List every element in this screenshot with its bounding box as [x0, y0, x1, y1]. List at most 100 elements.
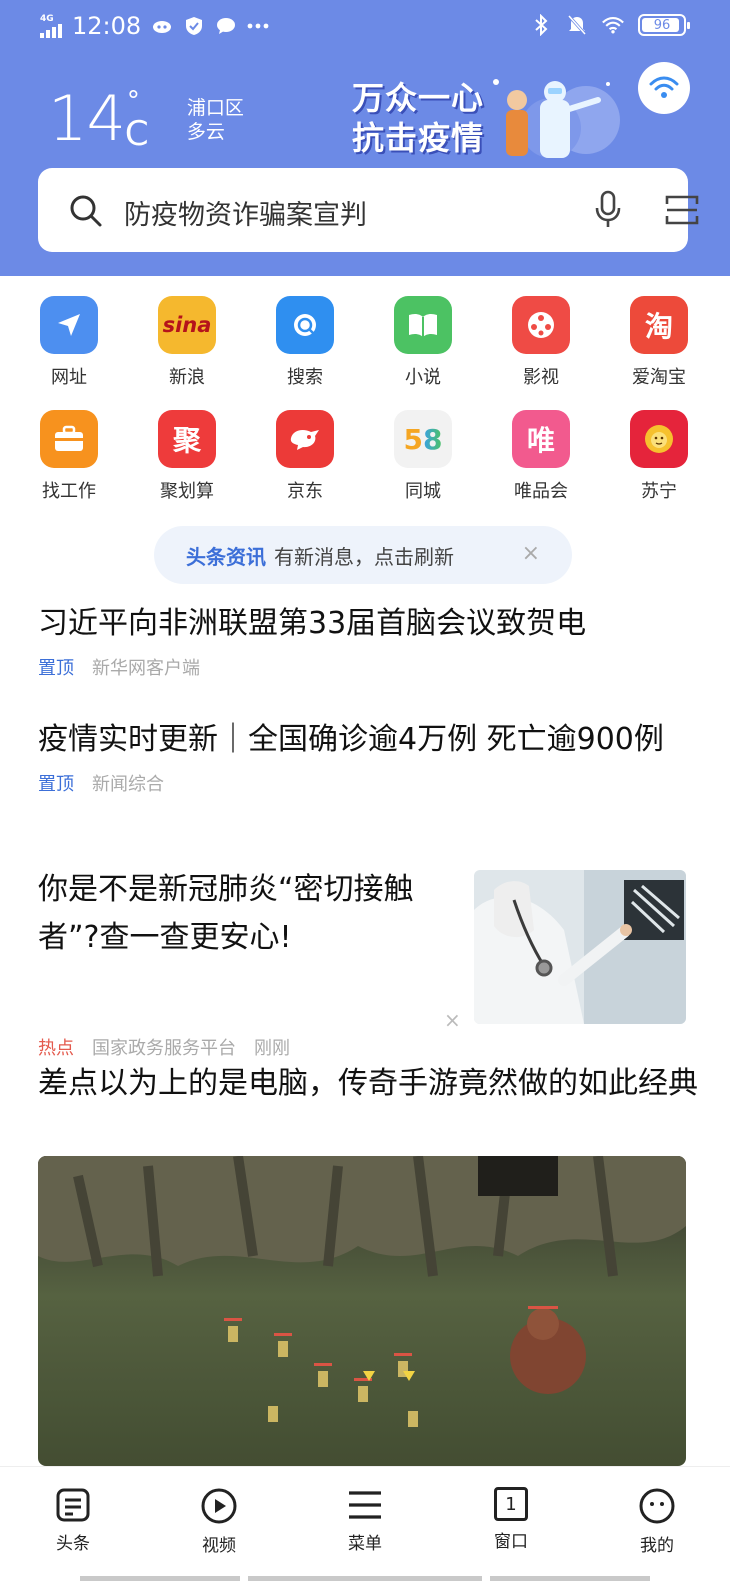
game-screenshot-image[interactable] [38, 1156, 686, 1466]
book-icon [394, 296, 452, 354]
shortcut-label: 找工作 [42, 481, 96, 502]
shortcut-taobao[interactable]: 淘 爱淘宝 [600, 296, 718, 410]
shortcut-label: 同城 [405, 481, 441, 502]
scan-icon[interactable] [664, 192, 700, 228]
bottom-nav: 头条 视频 菜单 1 窗口 我的 [0, 1466, 730, 1581]
microphone-icon[interactable] [594, 190, 622, 230]
shortcut-jobs[interactable]: 找工作 [10, 410, 128, 524]
banner-line-1: 万众一心 [352, 79, 485, 117]
wifi-icon [649, 76, 679, 98]
shortcut-label: 苏宁 [641, 481, 677, 502]
banner-line-2: 抗击疫情 [352, 119, 485, 157]
refresh-notice-text: 有新消息，点击刷新 [274, 544, 454, 569]
game-scene-image [38, 1156, 686, 1466]
vip-logo-icon: 唯 [512, 410, 570, 468]
battery-indicator: 96 [638, 14, 690, 36]
header: 4G 12:08 96 14 ° C 浦口区 多云 万众一心 抗击疫情 防疫物资… [0, 0, 730, 276]
search-input[interactable]: 防疫物资诈骗案宣判 [124, 193, 367, 232]
news-meta: 置顶 新华网客户端 [38, 654, 698, 680]
refresh-notice[interactable]: 头条资讯 有新消息，点击刷新 × [154, 526, 572, 584]
nav-headlines[interactable]: 头条 [0, 1467, 146, 1581]
network-type: 4G [40, 13, 54, 24]
shortcut-jd[interactable]: 京东 [246, 410, 364, 524]
temperature: 14 [48, 82, 126, 155]
shortcut-label: 爱淘宝 [632, 367, 686, 388]
shortcut-label: 新浪 [169, 367, 205, 388]
nav-label: 窗口 [494, 1532, 528, 1552]
news-title[interactable]: 你是不是新冠肺炎“密切接触者”?查一查更安心! [38, 866, 468, 962]
battery-level: 96 [653, 17, 671, 33]
status-bar: 4G 12:08 96 [0, 0, 730, 58]
news-icon [56, 1488, 90, 1522]
taobao-logo-icon: 淘 [630, 296, 688, 354]
news-meta: 热点 国家政务服务平台 刚刚 [38, 1034, 468, 1060]
dismiss-icon[interactable]: × [444, 1008, 461, 1032]
app-face-icon [151, 15, 173, 37]
news-item[interactable]: 你是不是新冠肺炎“密切接触者”?查一查更安心! 热点 国家政务服务平台 刚刚 [38, 866, 468, 1060]
nav-video[interactable]: 视频 [146, 1467, 292, 1581]
campaign-banner[interactable]: 万众一心 抗击疫情 [346, 70, 628, 166]
shortcut-novel[interactable]: 小说 [364, 296, 482, 410]
shortcut-vip[interactable]: 唯 唯品会 [482, 410, 600, 524]
window-count: 1 [505, 1493, 517, 1515]
shield-icon [183, 15, 205, 37]
shortcut-sina[interactable]: sina 新浪 [128, 296, 246, 410]
news-item[interactable]: 差点以为上的是电脑，传奇手游竟然做的如此经典 [38, 1060, 698, 1108]
temperature-unit: ° C [125, 86, 151, 154]
weather-condition: 多云 [186, 121, 225, 143]
search-icon[interactable] [68, 193, 104, 229]
banner-slogan: 万众一心 抗击疫情 [352, 78, 484, 158]
shortcut-search[interactable]: 搜索 [246, 296, 364, 410]
shortcut-58[interactable]: 58 同城 [364, 410, 482, 524]
weather-location: 浦口区 多云 [187, 96, 244, 144]
shortcut-label: 搜索 [287, 367, 323, 388]
news-title[interactable]: 习近平向非洲联盟第33届首脑会议致贺电 [38, 600, 698, 648]
shortcut-juhuasuan[interactable]: 聚 聚划算 [128, 410, 246, 524]
clock: 12:08 [72, 12, 142, 40]
mute-bell-icon [566, 14, 588, 36]
jd-dog-logo-icon [276, 410, 334, 468]
briefcase-icon [40, 410, 98, 468]
more-dots-icon [247, 15, 269, 37]
celsius-symbol: C [124, 114, 149, 154]
shortcut-label: 京东 [287, 481, 323, 502]
close-icon[interactable]: × [522, 543, 540, 565]
nav-windows[interactable]: 1 窗口 [438, 1467, 584, 1581]
news-item[interactable]: 疫情实时更新｜全国确诊逾4万例 死亡逾900例 置顶 新闻综合 [38, 716, 698, 796]
refresh-notice-title: 头条资讯 [186, 544, 266, 569]
news-item[interactable]: 习近平向非洲联盟第33届首脑会议致贺电 置顶 新华网客户端 [38, 600, 698, 680]
news-time: 刚刚 [254, 1038, 290, 1059]
news-title[interactable]: 疫情实时更新｜全国确诊逾4万例 死亡逾900例 [38, 716, 698, 764]
home-indicator [80, 1576, 240, 1581]
pinned-tag: 置顶 [38, 774, 74, 795]
search-bar[interactable]: 防疫物资诈骗案宣判 [38, 168, 699, 252]
nav-menu[interactable]: 菜单 [292, 1467, 438, 1581]
weather-widget[interactable]: 14 ° C 浦口区 多云 [48, 82, 244, 155]
wifi-icon [602, 14, 624, 36]
menu-icon [349, 1491, 381, 1519]
juhuasuan-logo-icon: 聚 [158, 410, 216, 468]
news-source: 新华网客户端 [92, 658, 200, 679]
shortcut-url[interactable]: 网址 [10, 296, 128, 410]
home-indicator [490, 1576, 650, 1581]
pinned-tag: 置顶 [38, 658, 74, 679]
search-icon [276, 296, 334, 354]
hot-tag: 热点 [38, 1038, 74, 1059]
window-icon: 1 [494, 1487, 528, 1521]
shortcut-video[interactable]: 影视 [482, 296, 600, 410]
bluetooth-icon [530, 14, 552, 36]
wifi-button[interactable] [638, 62, 690, 114]
film-reel-icon [512, 296, 570, 354]
cellular-signal-icon: 4G [40, 13, 62, 38]
news-title[interactable]: 差点以为上的是电脑，传奇手游竟然做的如此经典 [38, 1060, 698, 1108]
news-source: 国家政务服务平台 [92, 1038, 236, 1059]
degree-symbol: ° [126, 86, 140, 116]
nav-profile[interactable]: 我的 [584, 1467, 730, 1581]
58-logo-text: 58 [403, 422, 443, 456]
news-thumbnail[interactable] [474, 870, 686, 1024]
profile-face-icon [639, 1488, 675, 1524]
shortcut-suning[interactable]: 苏宁 [600, 410, 718, 524]
shortcut-grid: 网址 sina 新浪 搜索 小说 影视 淘 爱淘宝 找工作 聚 聚划算 京东 5… [0, 296, 730, 524]
district: 浦口区 [186, 97, 244, 119]
nav-label: 我的 [640, 1536, 674, 1556]
